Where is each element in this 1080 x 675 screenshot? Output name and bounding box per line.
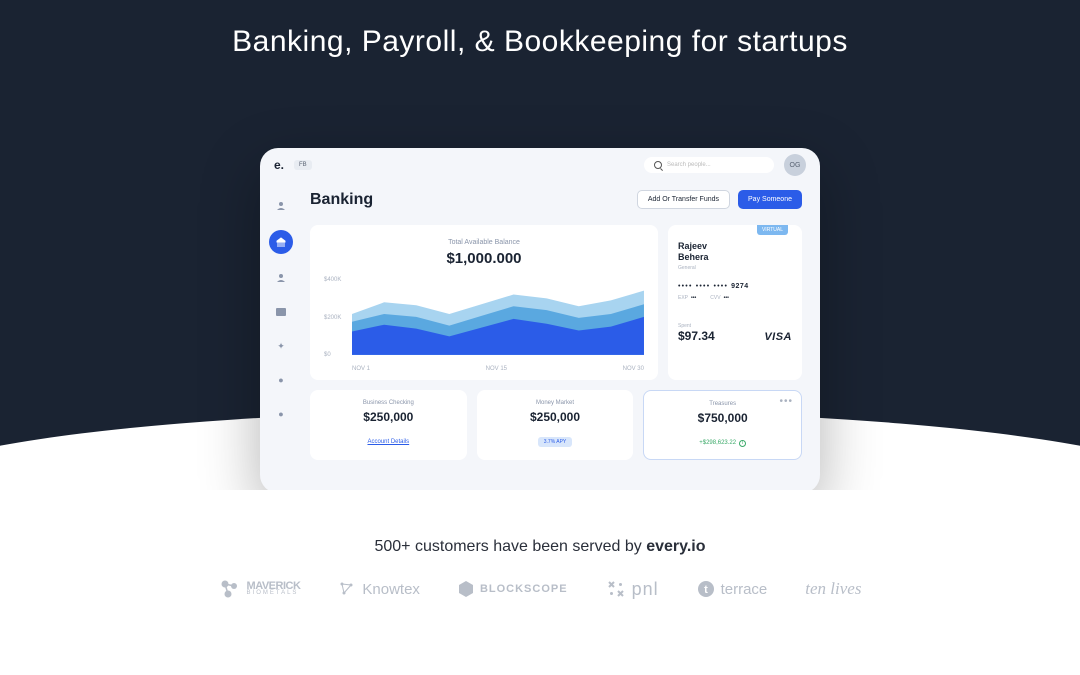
- balance-chart: [352, 277, 644, 355]
- search-icon: [654, 161, 662, 169]
- nav-item-more[interactable]: ✦: [271, 336, 291, 356]
- social-proof-text: 500+ customers have been served by every…: [0, 538, 1080, 556]
- balance-chart-card: Total Available Balance $1,000.000 $400K…: [310, 225, 658, 380]
- chart-wrap: $400K $200K $0 NOV 1 NOV 15 NOV 3: [324, 277, 644, 372]
- transfer-funds-button[interactable]: Add Or Transfer Funds: [637, 190, 730, 209]
- nav-item-help[interactable]: ●: [271, 404, 291, 424]
- spent-value: $97.34: [678, 329, 715, 343]
- virtual-card[interactable]: VIRTUAL RajeevBehera General •••• •••• •…: [668, 225, 802, 380]
- nav-item-banking[interactable]: [269, 230, 293, 254]
- nav-item-cards[interactable]: [271, 302, 291, 322]
- hero-section: Banking, Payroll, & Bookkeeping for star…: [0, 0, 1080, 490]
- nav-item-people[interactable]: [271, 268, 291, 288]
- hero-headline: Banking, Payroll, & Bookkeeping for star…: [0, 0, 1080, 61]
- balance-value: $1,000.000: [324, 250, 644, 267]
- pay-someone-button[interactable]: Pay Someone: [738, 190, 802, 209]
- card-type-badge: VIRTUAL: [757, 225, 788, 235]
- content-row: Total Available Balance $1,000.000 $400K…: [310, 225, 802, 380]
- card-bottom: Spent $97.34 VISA: [678, 323, 792, 343]
- logo-knowtex: Knowtex: [338, 580, 420, 598]
- balance-label: Total Available Balance: [324, 239, 644, 246]
- logo-blockscope: BLOCKSCOPE: [458, 580, 568, 598]
- cardholder-name: RajeevBehera: [678, 241, 792, 263]
- x-axis: NOV 1 NOV 15 NOV 30: [352, 366, 644, 372]
- search-input[interactable]: Search people...: [644, 157, 774, 173]
- card-number: •••• •••• •••• 9274: [678, 283, 792, 290]
- apy-pill: 3.7% APY: [538, 437, 573, 447]
- info-icon[interactable]: i: [739, 440, 746, 447]
- search-placeholder: Search people...: [667, 162, 711, 168]
- svg-text:t: t: [704, 584, 708, 596]
- page-header: Banking Add Or Transfer Funds Pay Someon…: [310, 190, 802, 209]
- page-title: Banking: [310, 191, 373, 209]
- card-menu-icon[interactable]: •••: [780, 397, 794, 407]
- account-details-link[interactable]: Account Details: [367, 439, 409, 445]
- app-logo: e.: [274, 158, 284, 172]
- accounts-row: Business Checking $250,000 Account Detai…: [310, 390, 802, 460]
- avatar[interactable]: OG: [784, 154, 806, 176]
- main-content: Banking Add Or Transfer Funds Pay Someon…: [302, 148, 820, 490]
- topbar: e. FB Search people... OG: [260, 148, 820, 182]
- logo-maverick: MAVERICKBIOMETALS: [219, 578, 301, 600]
- y-axis: $400K $200K $0: [324, 277, 350, 358]
- card-meta: EXP••• CVV•••: [678, 295, 792, 301]
- account-card-treasures[interactable]: ••• Treasures $750,000 +$298,623.22 i: [643, 390, 802, 460]
- account-card-money-market[interactable]: Money Market $250,000 3.7% APY: [477, 390, 634, 460]
- customer-logos: MAVERICKBIOMETALS Knowtex BLOCKSCOPE pnl…: [0, 578, 1080, 600]
- logo-tenlives: ten lives: [805, 579, 861, 599]
- page-actions: Add Or Transfer Funds Pay Someone: [637, 190, 802, 209]
- logo-pnl: pnl: [606, 579, 659, 600]
- card-network: VISA: [764, 331, 792, 343]
- dashboard-mockup: e. FB Search people... OG ✦ ● ●: [260, 148, 820, 490]
- workspace-badge[interactable]: FB: [294, 160, 312, 170]
- logo-terrace: t terrace: [697, 580, 768, 598]
- sidebar: ✦ ● ●: [260, 148, 302, 490]
- account-card-checking[interactable]: Business Checking $250,000 Account Detai…: [310, 390, 467, 460]
- nav-item-dashboard[interactable]: [271, 196, 291, 216]
- gain-value: +$298,623.22 i: [699, 440, 746, 447]
- nav-item-settings[interactable]: ●: [271, 370, 291, 390]
- card-subtext: General: [678, 265, 792, 271]
